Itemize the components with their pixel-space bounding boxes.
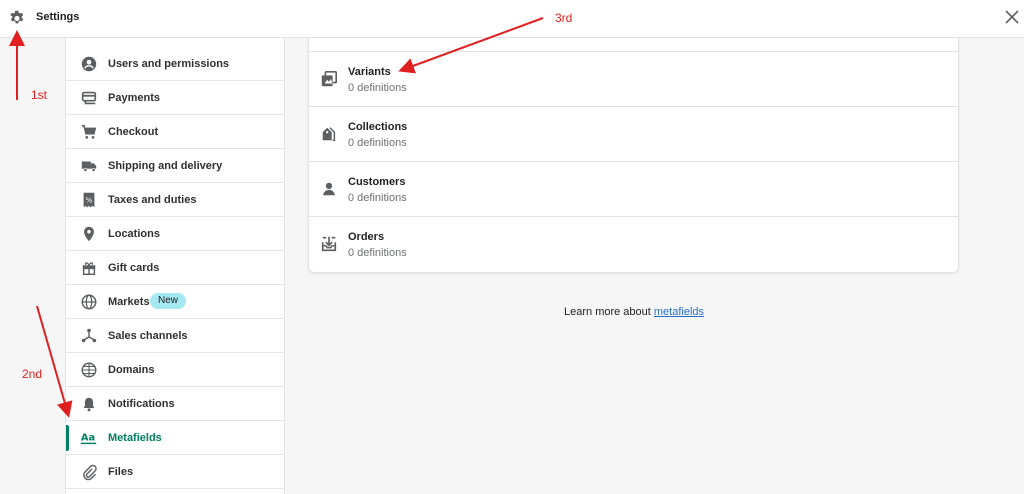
learn-more-prefix: Learn more about: [564, 306, 654, 318]
svg-text:Aa: Aa: [81, 433, 95, 444]
sidebar-item-label: Locations: [108, 228, 160, 240]
sidebar-item-locations[interactable]: Locations: [66, 217, 285, 251]
sidebar-item-label: Metafields: [108, 432, 162, 444]
sidebar-item-label: Sales channels: [108, 330, 188, 342]
svg-text:%: %: [86, 196, 93, 205]
gear-icon[interactable]: [8, 9, 26, 27]
bell-icon: [83, 397, 95, 412]
sidebar-item-gift-cards[interactable]: Gift cards: [66, 251, 285, 285]
row-subtitle: 0 definitions: [348, 82, 407, 94]
new-badge: New: [150, 293, 187, 309]
sidebar-item-users-and-permissions[interactable]: Users and permissions: [66, 47, 285, 81]
sidebar-item-payments[interactable]: Payments: [66, 81, 285, 115]
annotation-second: 2nd: [22, 367, 43, 381]
sidebar-item-label: Notifications: [108, 398, 175, 410]
row-subtitle: 0 definitions: [348, 192, 407, 204]
user-circle-icon: [81, 56, 97, 72]
sidebar-item-label: Taxes and duties: [108, 194, 197, 206]
arrow-second: [36, 305, 73, 418]
customer-icon: [323, 182, 335, 196]
location-pin-icon: [84, 226, 94, 242]
collections-icon: [322, 127, 336, 142]
page-title: Settings: [36, 11, 80, 23]
domain-globe-icon: [81, 362, 97, 378]
learn-more-text: Learn more about metafields: [564, 306, 704, 318]
close-icon[interactable]: [1004, 9, 1020, 25]
top-bar: Settings: [0, 0, 1024, 38]
sidebar-item-markets[interactable]: Markets New: [66, 285, 285, 319]
metafield-row-variants[interactable]: Variants 0 definitions: [309, 51, 958, 106]
sidebar-item-domains[interactable]: Domains: [66, 353, 285, 387]
row-title: Variants: [348, 66, 391, 78]
channels-icon: [81, 328, 97, 343]
sidebar-item-files[interactable]: Files: [66, 455, 285, 489]
tax-receipt-icon: %: [83, 192, 95, 208]
cart-icon: [81, 124, 97, 139]
row-subtitle: 0 definitions: [348, 137, 407, 149]
row-subtitle: 0 definitions: [348, 247, 407, 259]
sidebar-item-label: Shipping and delivery: [108, 160, 223, 172]
sidebar-item-label: Domains: [108, 364, 155, 376]
sidebar-item-metafields[interactable]: Aa Metafields: [66, 421, 285, 455]
row-title: Customers: [348, 176, 406, 188]
sidebar-item-shipping-and-delivery[interactable]: Shipping and delivery: [66, 149, 285, 183]
metafields-link[interactable]: metafields: [654, 306, 704, 318]
sidebar-item-sales-channels[interactable]: Sales channels: [66, 319, 285, 353]
annotation-first: 1st: [31, 88, 48, 102]
metafield-row-orders[interactable]: Orders 0 definitions: [309, 216, 958, 271]
sidebar-item-label: Markets: [108, 296, 150, 308]
sidebar-item-label: Payments: [108, 92, 160, 104]
row-title: Collections: [348, 121, 408, 133]
paperclip-icon: [83, 464, 97, 481]
metafields-icon: Aa: [80, 433, 97, 445]
sidebar-item-label: Files: [108, 466, 134, 478]
variants-icon: [321, 70, 338, 87]
annotation-third: 3rd: [555, 11, 573, 25]
metafield-row-customers[interactable]: Customers 0 definitions: [309, 161, 958, 216]
truck-icon: [81, 161, 97, 173]
metafield-row-collections[interactable]: Collections 0 definitions: [309, 106, 958, 161]
metafields-card: Variants 0 definitions Collections 0 def…: [308, 38, 959, 273]
row-title: Orders: [348, 231, 385, 243]
globe-icon: [81, 294, 97, 310]
sidebar-item-label: Checkout: [108, 126, 159, 138]
sidebar-item-taxes-and-duties[interactable]: % Taxes and duties: [66, 183, 285, 217]
sidebar-item-label: Users and permissions: [108, 58, 230, 70]
sidebar-item-checkout[interactable]: Checkout: [66, 115, 285, 149]
sidebar-item-notifications[interactable]: Notifications: [66, 387, 285, 421]
orders-icon: [321, 236, 337, 252]
payment-card-icon: [81, 91, 97, 105]
sidebar-item-label: Gift cards: [108, 262, 160, 274]
settings-sidebar: Users and permissions Payments Checkout …: [65, 38, 285, 494]
gift-icon: [82, 262, 96, 276]
